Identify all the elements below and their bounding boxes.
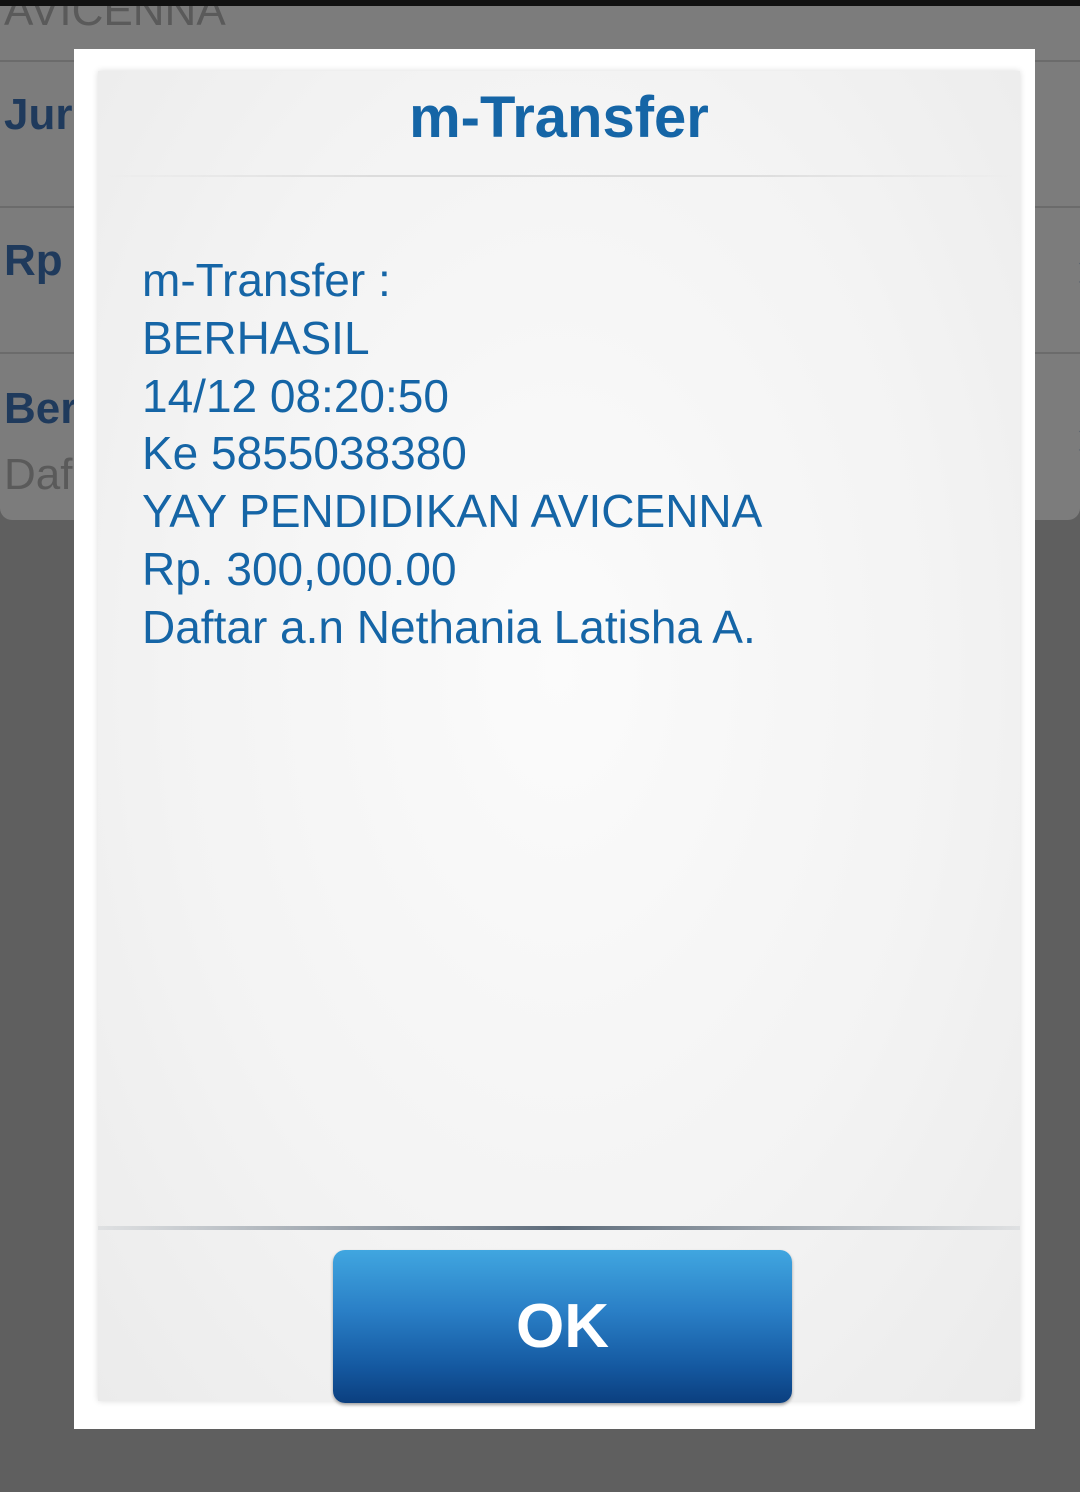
status-bar-edge bbox=[0, 0, 1080, 6]
background-row-label: Jur bbox=[4, 90, 73, 139]
message-status: BERHASIL bbox=[142, 312, 370, 364]
title-divider bbox=[98, 175, 1020, 177]
background-row-label: Rp bbox=[4, 236, 63, 285]
transfer-result-dialog: m-Transfer m-Transfer : BERHASIL 14/12 0… bbox=[74, 49, 1035, 1429]
message-recipient-name: YAY PENDIDIKAN AVICENNA bbox=[142, 485, 763, 537]
dialog-content: m-Transfer m-Transfer : BERHASIL 14/12 0… bbox=[98, 71, 1020, 1403]
message-amount: Rp. 300,000.00 bbox=[142, 543, 457, 595]
footer-divider bbox=[98, 1226, 1020, 1230]
message-header: m-Transfer : bbox=[142, 254, 391, 306]
background-row-label: Ber bbox=[4, 384, 78, 433]
ok-button[interactable]: OK bbox=[333, 1250, 792, 1403]
dialog-title: m-Transfer bbox=[409, 85, 709, 150]
background-row-sublabel: Daf bbox=[4, 450, 73, 499]
message-note: Daftar a.n Nethania Latisha A. bbox=[142, 601, 756, 653]
message-timestamp: 14/12 08:20:50 bbox=[142, 370, 449, 422]
message-destination-account: Ke 5855038380 bbox=[142, 427, 467, 479]
